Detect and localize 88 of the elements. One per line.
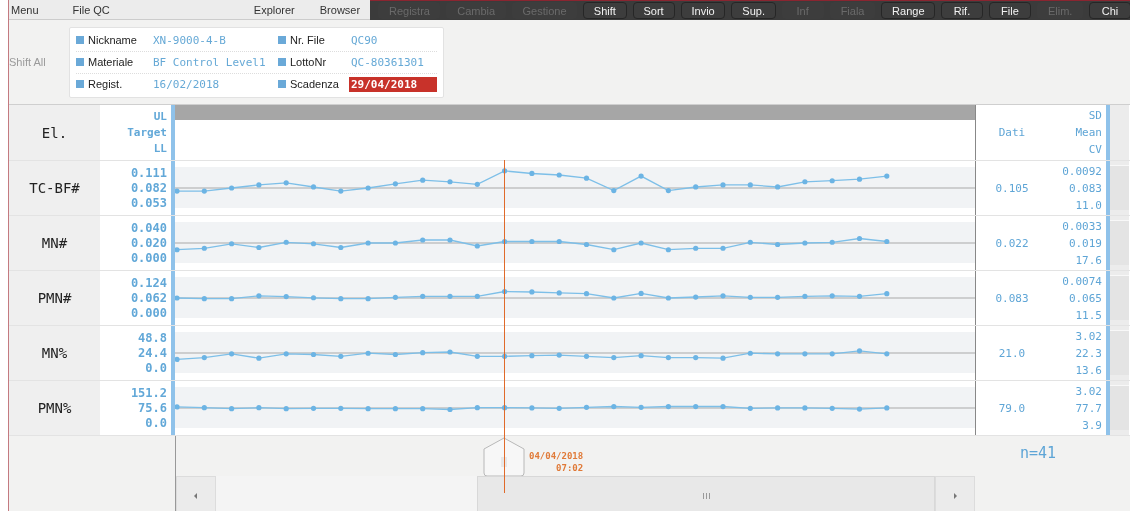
data-value: 21.0: [997, 346, 1027, 360]
toolbar-button[interactable]: Rif.: [940, 2, 983, 19]
limit-value: 151.2: [130, 385, 167, 401]
limit-value: 0.040: [130, 220, 167, 236]
square-icon: [278, 58, 286, 66]
field-label: Regist.: [88, 78, 124, 90]
scroll-left-button[interactable]: [176, 476, 216, 511]
sample-count: n=41: [1019, 444, 1057, 464]
mean-value: 77.7: [1075, 400, 1102, 417]
limit-value: 0.020: [130, 235, 167, 251]
chevron-left-icon: [194, 493, 198, 499]
sd-value: 3.02: [1075, 328, 1102, 345]
limit-value: 0.000: [130, 304, 167, 321]
limit-value: 0.000: [130, 250, 167, 266]
toolbar-button[interactable]: Shift: [582, 2, 627, 19]
column-header: SD: [1088, 108, 1102, 124]
cursor-date: 04/04/2018: [529, 450, 584, 462]
data-value: 0.105: [994, 181, 1030, 195]
cv-value: 17.6: [1075, 252, 1102, 269]
limit-value: 48.8: [138, 330, 167, 346]
toolbar-button[interactable]: Sort: [632, 2, 675, 19]
field-label: Materiale: [88, 56, 135, 68]
column-header: CV: [1088, 142, 1102, 158]
sd-value: 0.0092: [1062, 163, 1102, 180]
field-value: XN-9000-4-B: [152, 32, 227, 48]
cv-value: 11.5: [1075, 307, 1102, 324]
element-name: MN%: [41, 345, 68, 361]
column-header: Target: [127, 124, 167, 141]
mean-value: 0.019: [1068, 235, 1102, 252]
cursor-time: 07:02: [556, 462, 584, 474]
limit-value: 0.0: [145, 415, 167, 431]
toolbar-button[interactable]: Chi: [1089, 2, 1130, 19]
chevron-right-icon: [953, 493, 957, 499]
scrollbar-thumb[interactable]: [477, 476, 935, 511]
field-value: QC-80361301: [350, 54, 425, 70]
field-label: Scadenza: [290, 78, 340, 90]
field-value: 29/04/2018: [349, 76, 437, 92]
sd-value: 0.0033: [1062, 218, 1102, 235]
limit-value: 0.053: [130, 195, 167, 212]
mean-value: 0.083: [1068, 180, 1102, 197]
limit-value: 24.4: [138, 345, 167, 361]
data-value: 79.0: [997, 401, 1027, 415]
sd-value: 3.02: [1075, 383, 1102, 400]
grip-icon: [702, 493, 710, 499]
square-icon: [278, 36, 286, 44]
limit-value: 0.124: [130, 275, 167, 292]
cv-value: 3.9: [1082, 417, 1102, 434]
element-name: PMN%: [37, 400, 72, 416]
field-value: BF Control Level1: [152, 54, 267, 70]
limit-value: 0.111: [130, 164, 167, 181]
square-icon: [278, 80, 286, 88]
element-name: MN#: [41, 235, 68, 251]
field-label: Nr. File: [290, 34, 326, 46]
toolbar-button[interactable]: Invio: [680, 2, 726, 19]
toolbar-button[interactable]: File: [988, 2, 1031, 19]
element-name: TC-BF#: [29, 180, 80, 196]
field-value: QC90: [350, 32, 379, 48]
limit-value: 0.082: [130, 180, 167, 196]
square-icon: [76, 80, 84, 88]
cursor-handle[interactable]: [483, 437, 525, 477]
mean-value: 22.3: [1075, 345, 1102, 362]
column-header: El.: [41, 124, 68, 141]
cv-value: 13.6: [1075, 362, 1102, 379]
mean-value: 0.065: [1068, 290, 1102, 307]
menu-item[interactable]: Menu: [11, 3, 39, 16]
field-value: 16/02/2018: [152, 76, 221, 92]
field-label: Nickname: [88, 34, 138, 46]
element-name: PMN#: [37, 290, 72, 306]
toolbar-button[interactable]: Sup.: [731, 2, 776, 19]
column-header: UL: [153, 108, 167, 125]
column-header: Dati: [997, 126, 1027, 139]
limit-value: 0.062: [130, 290, 167, 306]
toolbar-button[interactable]: Range: [881, 2, 935, 19]
square-icon: [76, 36, 84, 44]
menu-item[interactable]: Explorer: [253, 3, 295, 16]
limit-value: 75.6: [138, 400, 167, 416]
menu-item[interactable]: File QC: [72, 3, 110, 16]
menu-item[interactable]: Browser: [319, 3, 361, 16]
column-header: LL: [153, 140, 167, 157]
column-header: Mean: [1075, 125, 1102, 141]
data-value: 0.083: [994, 291, 1030, 305]
square-icon: [76, 58, 84, 66]
field-label: LottoNr: [290, 56, 328, 68]
cv-value: 11.0: [1075, 197, 1102, 214]
limit-value: 0.0: [145, 360, 167, 376]
scroll-right-button[interactable]: [935, 476, 975, 511]
sd-value: 0.0074: [1062, 273, 1102, 290]
data-value: 0.022: [994, 236, 1030, 250]
